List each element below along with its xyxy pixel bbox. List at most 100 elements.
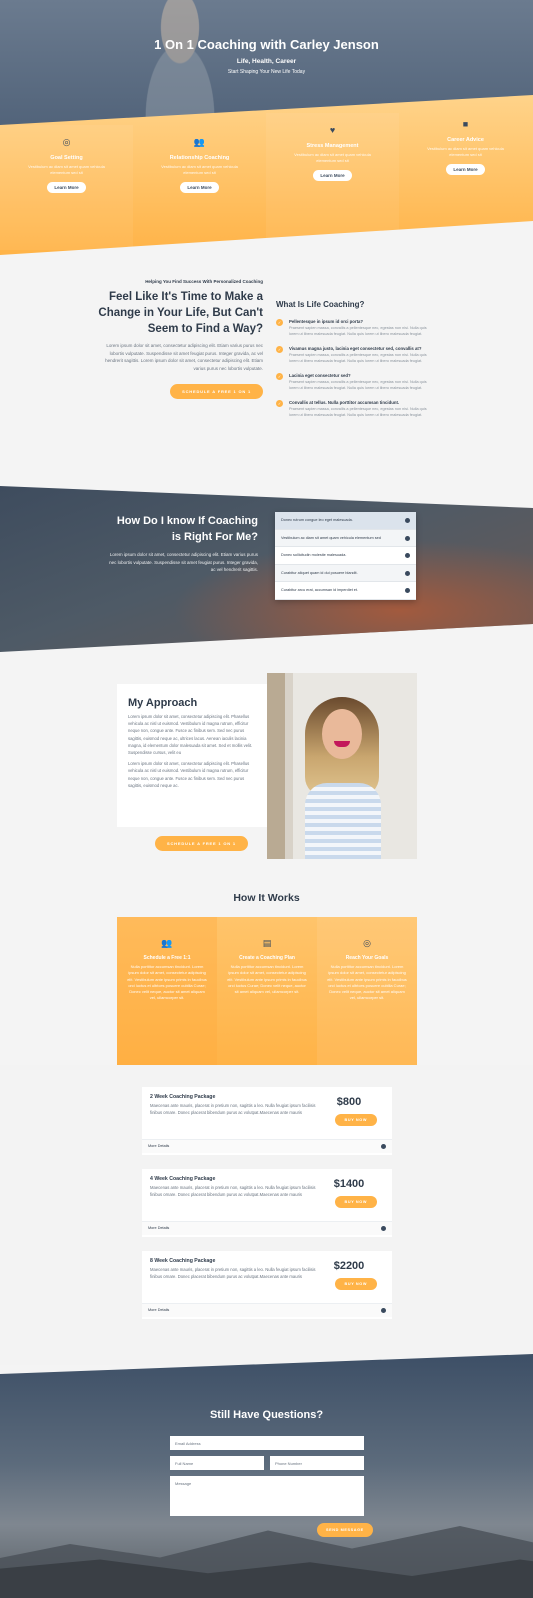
service-desc: Vestibulum ac diam sit amet quam vehicul… — [28, 164, 105, 175]
hero-title: 1 On 1 Coaching with Carley Jenson — [154, 37, 379, 52]
fit-body: Lorem ipsum dolor sit amet, consectetur … — [109, 552, 258, 572]
step-title: Schedule a Free 1:1 — [143, 955, 191, 961]
step-item: ◎ Reach Your Goals Nulla porttitor accum… — [317, 917, 417, 1065]
accordion-item[interactable]: Donec rutrum congue leo eget malesuada. — [275, 512, 416, 530]
photo-face — [322, 709, 362, 759]
service-title: Career Advice — [447, 137, 484, 143]
faq-answer: Praesent sapien massa, convallis a pelle… — [289, 407, 427, 417]
what-is-block: What Is Life Coaching? ✓ Pellentesque in… — [276, 300, 436, 427]
faq-question: Lacinia eget consectetur sed? — [289, 373, 351, 378]
approach-paragraph: Lorem ipsum dolor sit amet, consectetur … — [128, 714, 253, 756]
coach-photo — [267, 673, 417, 859]
package-card: 4 Week Coaching Package Maecenas ante ma… — [142, 1169, 392, 1237]
faq-answer: Praesent sapien massa, convallis a pelle… — [289, 380, 427, 390]
more-details-row[interactable]: More Details — [142, 1139, 392, 1153]
learn-more-button[interactable]: Learn More — [180, 182, 219, 193]
service-title: Goal Setting — [50, 155, 83, 161]
package-price: $1400 — [333, 1178, 365, 1190]
schedule-button[interactable]: SCHEDULE A FREE 1 ON 1 — [170, 384, 263, 399]
intro-heading: Feel Like It's Time to Make a Change in … — [98, 291, 263, 335]
learn-more-button[interactable]: Learn More — [47, 182, 86, 193]
step-desc: Nulla porttitor accumsan tincidunt. Lore… — [227, 964, 307, 995]
step-title: Create a Coaching Plan — [239, 955, 295, 961]
hero-tagline: Start Shaping Your New Life Today — [227, 69, 306, 75]
message-field[interactable]: Message — [170, 1476, 364, 1516]
more-details-row[interactable]: More Details — [142, 1221, 392, 1235]
accordion-item[interactable]: Curabitur aliquet quam id dui posuere bl… — [275, 564, 416, 582]
package-name: 8 Week Coaching Package — [150, 1258, 216, 1264]
check-icon: ✓ — [276, 400, 283, 407]
learn-more-button[interactable]: Learn More — [446, 164, 485, 175]
plus-icon — [405, 570, 410, 576]
target-icon: ◎ — [62, 137, 71, 147]
plus-icon — [405, 588, 410, 593]
fit-heading: How Do I know If Coaching is Right For M… — [116, 515, 258, 543]
accordion-item[interactable]: Curabitur arcu erat, accumsan id imperdi… — [275, 582, 416, 600]
accordion-label: Curabitur arcu erat, accumsan id imperdi… — [281, 588, 359, 592]
faq-answer: Praesent sapien massa, convallis a pelle… — [289, 326, 427, 336]
service-desc: Vestibulum ac diam sit amet quam vehicul… — [294, 152, 371, 163]
service-title: Relationship Coaching — [169, 155, 230, 161]
plus-icon — [405, 553, 410, 558]
buy-now-button[interactable]: BUY NOW — [334, 1196, 377, 1208]
accordion-label: Curabitur aliquet quam id dui posuere bl… — [281, 570, 358, 575]
accordion-item[interactable]: Donec sollicitudin molestie malesuada. — [275, 547, 416, 565]
package-price: $2200 — [333, 1260, 365, 1272]
service-career: ■ Career Advice Vestibulum ac diam sit a… — [399, 107, 532, 232]
phone-field[interactable]: Phone Number — [270, 1456, 364, 1470]
check-icon: ✓ — [276, 346, 283, 353]
document-icon: ▤ — [262, 938, 272, 948]
more-details-row[interactable]: More Details — [142, 1303, 392, 1317]
schedule-button[interactable]: SCHEDULE A FREE 1 ON 1 — [155, 836, 248, 851]
faq-answer: Praesent sapien massa, convallis a pelle… — [289, 353, 427, 363]
step-item: 👥 Schedule a Free 1:1 Nulla porttitor ac… — [117, 917, 217, 1065]
briefcase-icon: ■ — [462, 119, 469, 129]
approach-heading: My Approach — [128, 697, 198, 709]
fit-block: How Do I know If Coaching is Right For M… — [108, 513, 258, 574]
contact-heading: Still Have Questions? — [209, 1409, 324, 1421]
intro-block: Helping You Find Success With Personaliz… — [93, 279, 263, 399]
plus-icon — [405, 518, 410, 523]
buy-now-button[interactable]: BUY NOW — [334, 1114, 377, 1126]
service-desc: Vestibulum ac diam sit amet quam vehicul… — [427, 146, 504, 157]
approach-paragraph: Lorem ipsum dolor sit amet, consectetur … — [128, 761, 250, 788]
accordion-item[interactable]: Vestibulum ac diam sit amet quam vehicul… — [275, 529, 416, 547]
what-is-heading: What Is Life Coaching? — [276, 300, 365, 309]
faq-question: Vivamus magna justo, lacinia eget consec… — [289, 346, 422, 351]
hero-subtitle: Life, Health, Career — [236, 58, 297, 65]
package-card: 8 Week Coaching Package Maecenas ante ma… — [142, 1251, 392, 1319]
step-desc: Nulla porttitor accumsan tincidunt. Lore… — [327, 964, 407, 1001]
package-card: 2 Week Coaching Package Maecenas ante ma… — [142, 1087, 392, 1155]
heart-icon: ♥ — [329, 125, 336, 135]
buy-now-button[interactable]: BUY NOW — [334, 1278, 377, 1290]
package-desc: Maecenas ante mauris, placerat in pretiu… — [150, 1267, 316, 1279]
send-message-button[interactable]: SEND MESSAGE — [317, 1523, 373, 1537]
service-desc: Vestibulum ac diam sit amet quam vehicul… — [161, 164, 238, 175]
package-name: 4 Week Coaching Package — [150, 1176, 216, 1182]
full-name-field[interactable]: Full Name — [170, 1456, 264, 1470]
faq-item: ✓ Pellentesque in ipsum id orci porta? P… — [276, 319, 436, 337]
how-steps: 👥 Schedule a Free 1:1 Nulla porttitor ac… — [117, 917, 417, 1065]
service-goal-setting: ◎ Goal Setting Vestibulum ac diam sit am… — [0, 125, 133, 250]
learn-more-button[interactable]: Learn More — [313, 170, 352, 181]
check-icon: ✓ — [276, 373, 283, 380]
step-desc: Nulla porttitor accumsan tincidunt. Lore… — [127, 964, 207, 1001]
accordion-label: Donec sollicitudin molestie malesuada. — [281, 553, 347, 557]
intro-body: Lorem ipsum dolor sit amet, consectetur … — [105, 343, 263, 371]
accordion-label: Vestibulum ac diam sit amet quam vehicul… — [281, 535, 381, 540]
faq-item: ✓ Lacinia eget consectetur sed? Praesent… — [276, 373, 436, 391]
service-title: Stress Management — [306, 143, 359, 149]
fit-accordion: Donec rutrum congue leo eget malesuada. … — [275, 512, 416, 600]
more-details-label: More Details — [148, 1144, 170, 1148]
approach-card: My Approach Lorem ipsum dolor sit amet, … — [117, 684, 267, 827]
more-details-label: More Details — [148, 1226, 170, 1230]
email-field[interactable]: Email Address — [170, 1436, 364, 1450]
package-desc: Maecenas ante mauris, placerat in pretiu… — [150, 1103, 316, 1115]
step-title: Reach Your Goals — [345, 955, 389, 961]
fit-section-background — [0, 486, 533, 652]
step-item: ▤ Create a Coaching Plan Nulla porttitor… — [217, 917, 317, 1065]
people-icon: 👥 — [161, 938, 173, 948]
check-icon: ✓ — [276, 319, 283, 326]
plus-icon — [381, 1308, 386, 1313]
package-price: $800 — [336, 1096, 362, 1108]
